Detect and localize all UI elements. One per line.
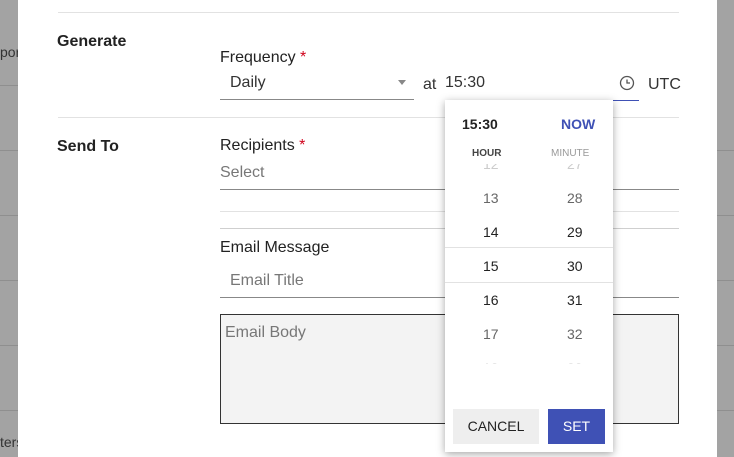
email-body-placeholder: Email Body xyxy=(225,324,306,341)
frequency-label: Frequency * xyxy=(220,49,306,67)
hour-column-header: HOUR xyxy=(472,148,502,159)
background-divider xyxy=(0,215,18,216)
generate-section-label: Generate xyxy=(57,33,127,50)
minute-option[interactable]: 27 xyxy=(567,164,583,172)
email-title-placeholder: Email Title xyxy=(230,272,304,289)
hour-option[interactable]: 16 xyxy=(483,292,499,308)
background-divider xyxy=(717,150,734,151)
background-divider xyxy=(0,280,18,281)
send-to-section-label: Send To xyxy=(57,138,119,155)
recipients-placeholder: Select xyxy=(220,164,265,181)
time-input[interactable]: 15:30 xyxy=(445,72,639,101)
cancel-button[interactable]: CANCEL xyxy=(453,409,539,444)
hour-option-selected[interactable]: 15 xyxy=(483,258,499,274)
time-picker-popup: 15:30 NOW HOUR MINUTE 12 13 14 15 16 17 … xyxy=(445,100,613,452)
required-mark: * xyxy=(299,137,306,154)
minute-option-selected[interactable]: 30 xyxy=(567,258,583,274)
at-label: at xyxy=(423,76,437,93)
hour-option[interactable]: 17 xyxy=(483,326,499,342)
selected-time-display: 15:30 xyxy=(462,116,498,132)
hour-option[interactable]: 12 xyxy=(483,164,499,172)
email-message-label: Email Message xyxy=(220,239,330,256)
hour-option[interactable]: 13 xyxy=(483,190,499,206)
set-button[interactable]: SET xyxy=(548,409,605,444)
section-divider xyxy=(58,12,679,13)
time-input-value: 15:30 xyxy=(445,74,486,91)
background-divider xyxy=(0,150,18,151)
minute-option[interactable]: 32 xyxy=(567,326,583,342)
background-divider xyxy=(717,215,734,216)
minute-option[interactable]: 28 xyxy=(567,190,583,206)
background-divider xyxy=(0,85,18,86)
background-divider xyxy=(0,410,18,411)
recipients-label-text: Recipients xyxy=(220,137,295,154)
now-button[interactable]: NOW xyxy=(561,116,595,132)
hour-option[interactable]: 18 xyxy=(483,360,499,364)
minute-option[interactable]: 31 xyxy=(567,292,583,308)
minute-column[interactable]: 27 28 29 30 31 32 33 xyxy=(529,164,613,364)
frequency-select-value: Daily xyxy=(230,74,266,91)
recipients-label: Recipients * xyxy=(220,137,305,155)
background-divider xyxy=(717,280,734,281)
timezone-label: UTC xyxy=(648,76,681,93)
hour-column[interactable]: 12 13 14 15 16 17 18 xyxy=(445,164,529,364)
minute-option[interactable]: 33 xyxy=(567,360,583,364)
dropdown-arrow-icon xyxy=(398,80,406,85)
background-divider xyxy=(0,345,18,346)
clock-icon[interactable] xyxy=(619,75,635,91)
hour-option[interactable]: 14 xyxy=(483,224,499,240)
background-divider xyxy=(717,345,734,346)
required-mark: * xyxy=(300,49,307,66)
frequency-label-text: Frequency xyxy=(220,49,296,66)
background-divider xyxy=(717,410,734,411)
minute-column-header: MINUTE xyxy=(551,148,590,159)
minute-option[interactable]: 29 xyxy=(567,224,583,240)
frequency-select[interactable]: Daily xyxy=(220,72,414,100)
